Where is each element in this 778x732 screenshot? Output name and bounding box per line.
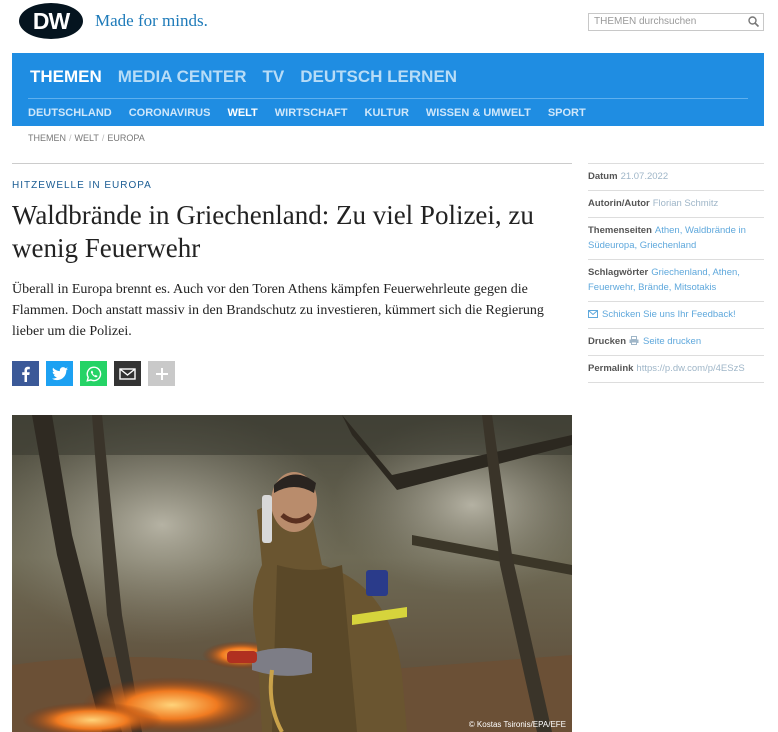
breadcrumb: THEMEN / WELT / EUROPA bbox=[28, 133, 145, 143]
breadcrumb-item[interactable]: EUROPA bbox=[107, 133, 144, 143]
search-input[interactable]: THEMEN durchsuchen bbox=[588, 13, 764, 31]
divider bbox=[12, 163, 572, 164]
article-headline: Waldbrände in Griechenland: Zu viel Poli… bbox=[12, 200, 534, 263]
author-label: Autorin/Autor bbox=[588, 198, 650, 209]
permalink-label: Permalink bbox=[588, 363, 634, 374]
twitter-icon[interactable] bbox=[46, 361, 73, 386]
nav-media-center[interactable]: MEDIA CENTER bbox=[118, 67, 247, 87]
author-row: Autorin/Autor Florian Schmitz bbox=[588, 190, 764, 217]
dw-logo[interactable]: DW bbox=[19, 3, 83, 39]
author-value: Florian Schmitz bbox=[652, 198, 719, 209]
article-teaser: Überall in Europa brennt es. Auch vor de… bbox=[12, 282, 544, 339]
permalink-value[interactable]: https://p.dw.com/p/4ESzS bbox=[636, 363, 744, 374]
nav-themen[interactable]: THEMEN bbox=[30, 67, 102, 87]
logo-text: DW bbox=[32, 7, 70, 34]
topics-label: Themenseiten bbox=[588, 225, 652, 236]
date-label: Datum bbox=[588, 171, 618, 182]
photo-credit: © Kostas Tsironis/EPA/EFE bbox=[468, 720, 566, 729]
article-photo[interactable]: © Kostas Tsironis/EPA/EFE bbox=[12, 415, 572, 732]
whatsapp-icon[interactable] bbox=[80, 361, 107, 386]
permalink-row: Permalink https://p.dw.com/p/4ESzS bbox=[588, 355, 764, 383]
breadcrumb-item[interactable]: WELT bbox=[75, 133, 99, 143]
nav-deutsch-lernen[interactable]: DEUTSCH LERNEN bbox=[300, 67, 457, 87]
print-label: Drucken bbox=[588, 336, 627, 347]
date-value: 21.07.2022 bbox=[620, 171, 669, 182]
subnav-wirtschaft[interactable]: WIRTSCHAFT bbox=[275, 107, 348, 119]
nav-tv[interactable]: TV bbox=[263, 67, 285, 87]
facebook-icon[interactable] bbox=[12, 361, 39, 386]
subnav-wissen-umwelt[interactable]: WISSEN & UMWELT bbox=[426, 107, 531, 119]
feedback-row: Schicken Sie uns Ihr Feedback! bbox=[588, 301, 764, 328]
subnav-coronavirus[interactable]: CORONAVIRUS bbox=[129, 107, 211, 119]
firefighter-photo bbox=[12, 415, 572, 732]
keywords-row: Schlagwörter Griechenland, Athen, Feuerwe… bbox=[588, 259, 764, 301]
nav-divider bbox=[28, 98, 748, 99]
subnav-kultur[interactable]: KULTUR bbox=[365, 107, 409, 119]
printer-icon bbox=[629, 336, 639, 345]
mail-icon[interactable] bbox=[114, 361, 141, 386]
subnav-deutschland[interactable]: DEUTSCHLAND bbox=[28, 107, 112, 119]
subnav-sport[interactable]: SPORT bbox=[548, 107, 586, 119]
article-sidebar: Datum 21.07.2022 Autorin/Autor Florian Sch… bbox=[588, 163, 764, 383]
keywords-label: Schlagwörter bbox=[588, 267, 649, 278]
date-row: Datum 21.07.2022 bbox=[588, 163, 764, 190]
tagline: Made for minds. bbox=[95, 11, 208, 30]
breadcrumb-item[interactable]: THEMEN bbox=[28, 133, 66, 143]
print-row: Drucken Seite drucken bbox=[588, 328, 764, 355]
share-bar bbox=[12, 361, 175, 386]
feedback-link[interactable]: Schicken Sie uns Ihr Feedback! bbox=[602, 309, 736, 320]
envelope-icon bbox=[588, 310, 598, 318]
article-kicker: HITZEWELLE IN EUROPA bbox=[12, 180, 152, 191]
plus-icon[interactable] bbox=[148, 361, 175, 386]
topics-row: Themenseiten Athen, Waldbrände in Südeuro… bbox=[588, 217, 764, 259]
print-link[interactable]: Seite drucken bbox=[643, 336, 701, 347]
main-navigation: THEMEN MEDIA CENTER TV DEUTSCH LERNEN DE… bbox=[12, 53, 764, 126]
subnav-welt[interactable]: WELT bbox=[227, 107, 257, 119]
search-icon[interactable] bbox=[747, 15, 760, 28]
